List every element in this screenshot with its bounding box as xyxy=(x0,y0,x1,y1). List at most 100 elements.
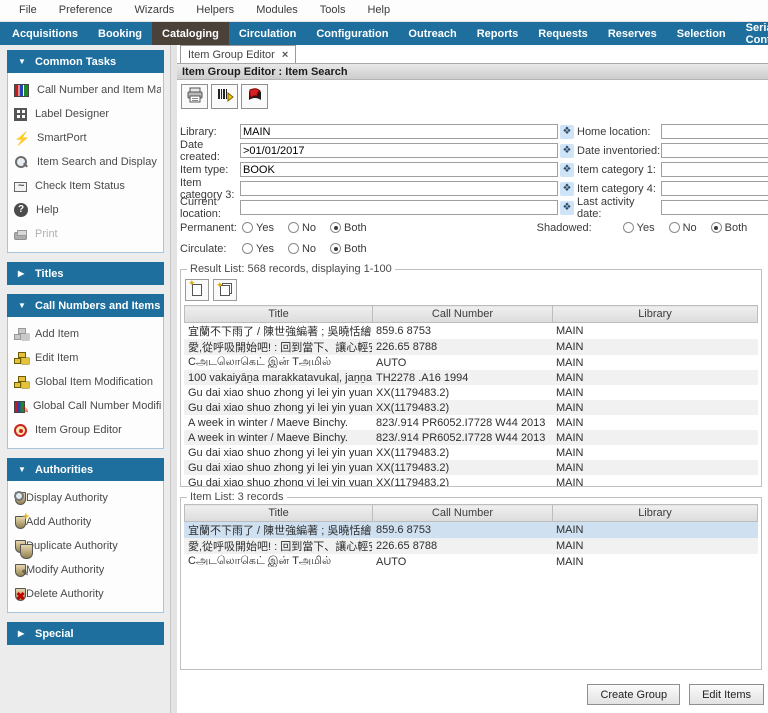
module-tab-cataloging[interactable]: Cataloging xyxy=(152,22,229,45)
menu-preference[interactable]: Preference xyxy=(48,0,124,21)
sidebar-item-item-group-editor[interactable]: Item Group Editor xyxy=(14,418,161,442)
column-header-library[interactable]: Library xyxy=(553,306,758,323)
table-row[interactable]: 100 vakaiyāṉa marakkatavukaḷ, jaṉṉal māt… xyxy=(184,370,758,385)
table-row[interactable]: Gu dai xiao shuo zhong yi lei yin yuan g… xyxy=(184,475,758,486)
gadget-diamond-icon[interactable]: ❖ xyxy=(560,201,574,215)
radio-permanent-yes[interactable] xyxy=(242,222,253,233)
input-item-category-3[interactable] xyxy=(240,181,558,196)
column-header-title[interactable]: Title xyxy=(185,306,373,323)
menu-helpers[interactable]: Helpers xyxy=(185,0,245,21)
radio-shadowed-no[interactable] xyxy=(669,222,680,233)
sidebar-item-check-item-status[interactable]: Check Item Status xyxy=(14,174,161,198)
radio-shadowed-yes[interactable] xyxy=(623,222,634,233)
module-tab-reports[interactable]: Reports xyxy=(467,22,529,45)
input-home-location[interactable] xyxy=(661,124,768,139)
sidebar-item-help[interactable]: Help xyxy=(14,198,161,222)
sidebar-section-header-titles[interactable]: ▶Titles xyxy=(7,262,164,285)
column-header-call-number[interactable]: Call Number xyxy=(373,505,553,522)
item-group-edit-button[interactable] xyxy=(241,84,268,109)
sidebar-item-delete-authority[interactable]: Delete Authority xyxy=(14,582,161,606)
sidebar-item-label-designer[interactable]: Label Designer xyxy=(14,102,161,126)
module-tab-booking[interactable]: Booking xyxy=(88,22,152,45)
menu-help[interactable]: Help xyxy=(356,0,401,21)
column-header-call-number[interactable]: Call Number xyxy=(373,306,553,323)
edit-items-button[interactable]: Edit Items xyxy=(689,684,764,705)
sidebar-section-header-authorities[interactable]: ▼Authorities xyxy=(7,458,164,481)
menu-tools[interactable]: Tools xyxy=(309,0,357,21)
table-row[interactable]: 宜蘭不下雨了 / 陳世強編著 ; 吳曉恬繪圖859.6 8753MAIN xyxy=(184,323,758,339)
gadget-diamond-icon[interactable]: ❖ xyxy=(560,144,574,158)
sidebar-item-add-authority[interactable]: Add Authority xyxy=(14,510,161,534)
sidebar-item-smartport[interactable]: SmartPort xyxy=(14,126,161,150)
module-tab-reserves[interactable]: Reserves xyxy=(598,22,667,45)
tab-item-group-editor[interactable]: Item Group Editor × xyxy=(180,45,296,63)
close-icon[interactable]: × xyxy=(282,49,288,61)
radio-circulate-no[interactable] xyxy=(288,243,299,254)
sidebar-section-special: ▶Special xyxy=(7,622,164,645)
cell-call-number: AUTO xyxy=(372,554,552,569)
table-row[interactable]: Gu dai xiao shuo zhong yi lei yin yuan g… xyxy=(184,385,758,400)
module-tab-requests[interactable]: Requests xyxy=(528,22,598,45)
print-button[interactable] xyxy=(181,84,208,109)
column-header-library[interactable]: Library xyxy=(553,505,758,522)
table-row[interactable]: Gu dai xiao shuo zhong yi lei yin yuan g… xyxy=(184,400,758,415)
menu-file[interactable]: File xyxy=(8,0,48,21)
radio-shadowed-both[interactable] xyxy=(711,222,722,233)
sidebar-item-call-number-and-item-maint[interactable]: Call Number and Item Maint... xyxy=(14,78,161,102)
table-row[interactable]: A week in winter / Maeve Binchy.823/.914… xyxy=(184,430,758,445)
radio-circulate-yes[interactable] xyxy=(242,243,253,254)
item-search-button[interactable] xyxy=(211,84,238,109)
input-item-type[interactable] xyxy=(240,162,558,177)
table-row[interactable]: 愛,從呼吸開始吧! : 回到當下、讓心輕安的禪修之...226.65 8788M… xyxy=(184,538,758,554)
input-library[interactable] xyxy=(240,124,558,139)
table-row[interactable]: 宜蘭不下雨了 / 陳世強編著 ; 吳曉恬繪圖859.6 8753MAIN xyxy=(184,522,758,538)
column-header-title[interactable]: Title xyxy=(185,505,373,522)
input-date-inventoried[interactable] xyxy=(661,143,768,158)
sidebar-section-header-call-numbers-and-items[interactable]: ▼Call Numbers and Items xyxy=(7,294,164,317)
table-row[interactable]: A week in winter / Maeve Binchy.823/.914… xyxy=(184,415,758,430)
sidebar-section-header-common-tasks[interactable]: ▼Common Tasks xyxy=(7,50,164,73)
cell-call-number: AUTO xyxy=(372,355,552,370)
table-row[interactable]: Cஅடலொகெட் இன் Tஅமில்AUTOMAIN xyxy=(184,355,758,370)
sidebar-item-item-search-and-display[interactable]: Item Search and Display xyxy=(14,150,161,174)
input-item-category-1[interactable] xyxy=(661,162,768,177)
radio-permanent-both[interactable] xyxy=(330,222,341,233)
sidebar-item-label: Modify Authority xyxy=(26,564,104,576)
gadget-diamond-icon[interactable]: ❖ xyxy=(560,163,574,177)
table-row[interactable]: Cஅடலொகெட் இன் Tஅமில்AUTOMAIN xyxy=(184,554,758,569)
delete-authority-icon xyxy=(15,588,26,601)
table-row[interactable]: Gu dai xiao shuo zhong yi lei yin yuan g… xyxy=(184,445,758,460)
module-tab-serial-control[interactable]: Serial Control xyxy=(736,22,768,45)
create-group-button[interactable]: Create Group xyxy=(587,684,680,705)
gadget-diamond-icon[interactable]: ❖ xyxy=(560,125,574,139)
table-row[interactable]: Gu dai xiao shuo zhong yi lei yin yuan g… xyxy=(184,460,758,475)
splitter-handle[interactable] xyxy=(170,45,177,713)
menu-wizards[interactable]: Wizards xyxy=(124,0,186,21)
sidebar-item-global-call-number-modific[interactable]: Global Call Number Modific... xyxy=(14,394,161,418)
module-tab-outreach[interactable]: Outreach xyxy=(398,22,466,45)
sidebar-section-header-special[interactable]: ▶Special xyxy=(7,622,164,645)
input-current-location[interactable] xyxy=(240,200,558,215)
input-item-category-4[interactable] xyxy=(661,181,768,196)
sidebar-item-duplicate-authority[interactable]: Duplicate Authority xyxy=(14,534,161,558)
sidebar-item-display-authority[interactable]: Display Authority xyxy=(14,486,161,510)
add-page-button[interactable] xyxy=(185,279,209,301)
cell-library: MAIN xyxy=(552,445,758,460)
module-tab-configuration[interactable]: Configuration xyxy=(306,22,398,45)
module-tab-circulation[interactable]: Circulation xyxy=(229,22,306,45)
gadget-diamond-icon[interactable]: ❖ xyxy=(560,182,574,196)
menu-modules[interactable]: Modules xyxy=(245,0,309,21)
input-date-created[interactable] xyxy=(240,143,558,158)
sidebar-item-global-item-modification[interactable]: Global Item Modification xyxy=(14,370,161,394)
copy-pages-button[interactable] xyxy=(213,279,237,301)
sidebar-item-add-item[interactable]: Add Item xyxy=(14,322,161,346)
sidebar-item-edit-item[interactable]: Edit Item xyxy=(14,346,161,370)
module-tab-selection[interactable]: Selection xyxy=(667,22,736,45)
radio-permanent-no[interactable] xyxy=(288,222,299,233)
radio-option-circulate-both: Both xyxy=(330,243,367,255)
input-last-activity-date[interactable] xyxy=(661,200,768,215)
table-row[interactable]: 愛,從呼吸開始吧! : 回到當下、讓心輕安的禪修之...226.65 8788M… xyxy=(184,339,758,355)
sidebar-item-modify-authority[interactable]: Modify Authority xyxy=(14,558,161,582)
module-tab-acquisitions[interactable]: Acquisitions xyxy=(2,22,88,45)
radio-circulate-both[interactable] xyxy=(330,243,341,254)
